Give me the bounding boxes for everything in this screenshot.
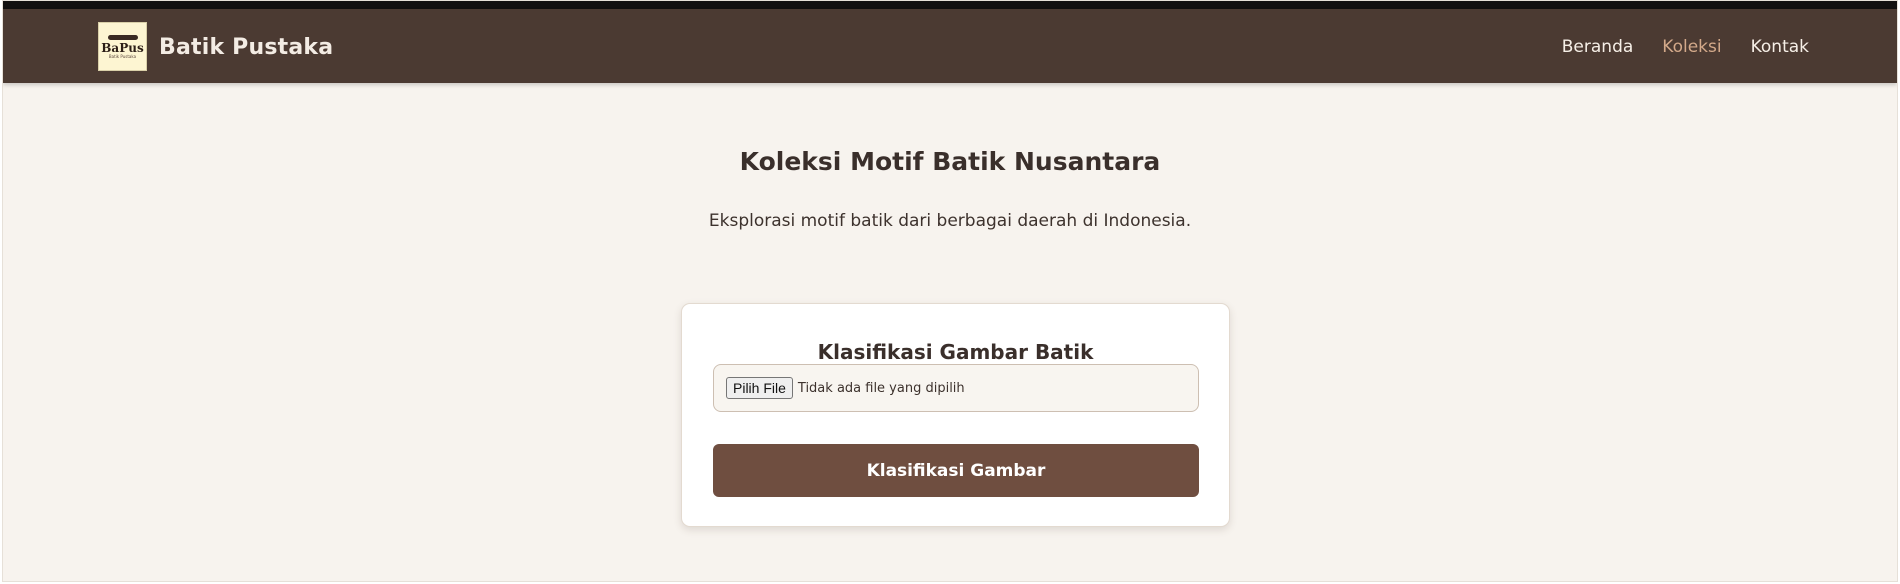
page-title: Koleksi Motif Batik Nusantara [739,147,1161,176]
page-subtitle: Eksplorasi motif batik dari berbagai dae… [708,211,1192,231]
nav-link-beranda[interactable]: Beranda [1562,37,1634,57]
batik-logo-icon [107,34,138,40]
window-top-bar [3,1,1897,9]
nav-link-kontak[interactable]: Kontak [1751,37,1809,57]
classifier-card: Klasifikasi Gambar Batik Pilih File Tida… [681,303,1230,527]
nav-links: Beranda Koleksi Kontak [1562,37,1809,57]
classifier-title: Klasifikasi Gambar Batik [817,340,1094,364]
logo-subtext: Batik Pustaka [108,53,137,59]
page: BaPus Batik Pustaka Batik Pustaka Berand… [2,0,1898,582]
brand-name[interactable]: Batik Pustaka [159,35,333,60]
choose-file-button[interactable]: Pilih File [726,377,793,399]
nav-link-koleksi[interactable]: Koleksi [1662,37,1721,57]
file-input[interactable]: Pilih File Tidak ada file yang dipilih [713,364,1199,412]
logo-text: BaPus [101,40,144,55]
file-status-text: Tidak ada file yang dipilih [797,380,965,396]
brand-logo[interactable]: BaPus Batik Pustaka [98,22,147,71]
classify-image-button[interactable]: Klasifikasi Gambar [713,444,1199,497]
navbar: BaPus Batik Pustaka Batik Pustaka Berand… [3,9,1897,83]
